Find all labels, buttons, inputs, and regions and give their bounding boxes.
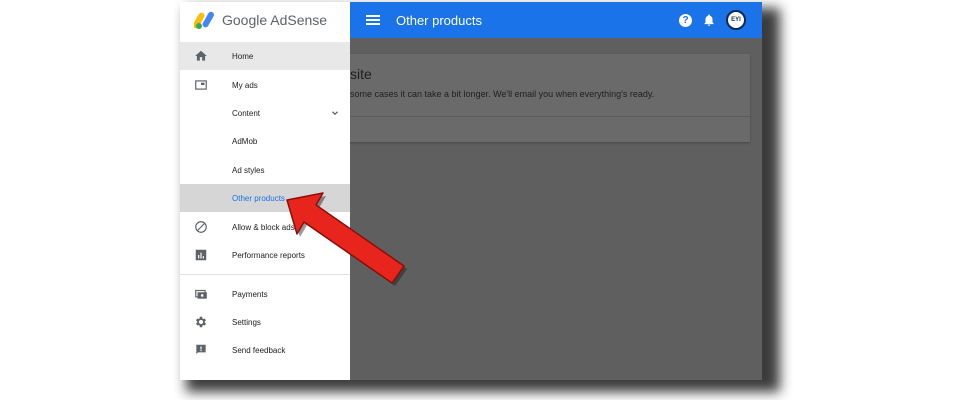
brand: Google AdSense [194, 10, 327, 30]
sidebar-item-label: Performance reports [232, 250, 305, 260]
sidebar-item-label: Content [232, 108, 261, 118]
sidebar-item-my-ads[interactable]: My ads [180, 71, 350, 99]
payments-icon [195, 289, 207, 299]
sidebar: Google AdSense Home My ads Content AdMob… [180, 2, 350, 380]
adsense-logo-icon [194, 11, 214, 29]
sidebar-item-label: Send feedback [232, 345, 286, 355]
sidebar-item-admob[interactable]: AdMob [180, 127, 350, 155]
my-ads-icon [195, 80, 207, 90]
sidebar-item-settings[interactable]: Settings [180, 308, 350, 336]
bell-icon[interactable] [702, 13, 716, 27]
bar-chart-icon [195, 249, 207, 261]
sidebar-item-send-feedback[interactable]: Send feedback [180, 336, 350, 364]
card-divider [330, 116, 750, 117]
sidebar-item-allow-block-ads[interactable]: Allow & block ads [180, 213, 350, 241]
status-card: site some cases it can take a bit longer… [330, 54, 750, 142]
sidebar-item-label: Other products [232, 193, 285, 203]
menu-icon[interactable] [366, 15, 380, 25]
home-icon [195, 50, 207, 61]
sidebar-item-label: AdMob [232, 136, 258, 146]
sidebar-item-label: Home [232, 51, 254, 61]
sidebar-item-ad-styles[interactable]: Ad styles [180, 156, 350, 184]
gear-icon [195, 316, 207, 328]
block-icon [195, 221, 207, 233]
sidebar-item-label: My ads [232, 80, 258, 90]
sidebar-item-performance-reports[interactable]: Performance reports [180, 241, 350, 269]
sidebar-item-other-products[interactable]: Other products [180, 184, 350, 212]
sidebar-item-label: Settings [232, 317, 261, 327]
page-title: Other products [396, 12, 482, 28]
sidebar-divider [180, 274, 350, 275]
feedback-icon [196, 344, 206, 355]
sidebar-item-label: Allow & block ads [232, 222, 295, 232]
card-title: site [350, 66, 372, 82]
card-text: some cases it can take a bit longer. We'… [350, 89, 655, 99]
chevron-down-icon[interactable] [330, 108, 340, 118]
top-app-bar: Other products ? EYI [350, 2, 762, 38]
sidebar-item-content[interactable]: Content [180, 99, 350, 127]
help-icon[interactable]: ? [679, 13, 692, 27]
sidebar-item-payments[interactable]: Payments [180, 280, 350, 308]
sidebar-item-label: Payments [232, 289, 268, 299]
sidebar-item-home[interactable]: Home [180, 42, 350, 70]
adsense-window: site some cases it can take a bit longer… [180, 2, 762, 380]
avatar[interactable]: EYI [726, 10, 746, 30]
brand-name: Google AdSense [222, 12, 328, 28]
sidebar-item-label: Ad styles [232, 165, 265, 175]
